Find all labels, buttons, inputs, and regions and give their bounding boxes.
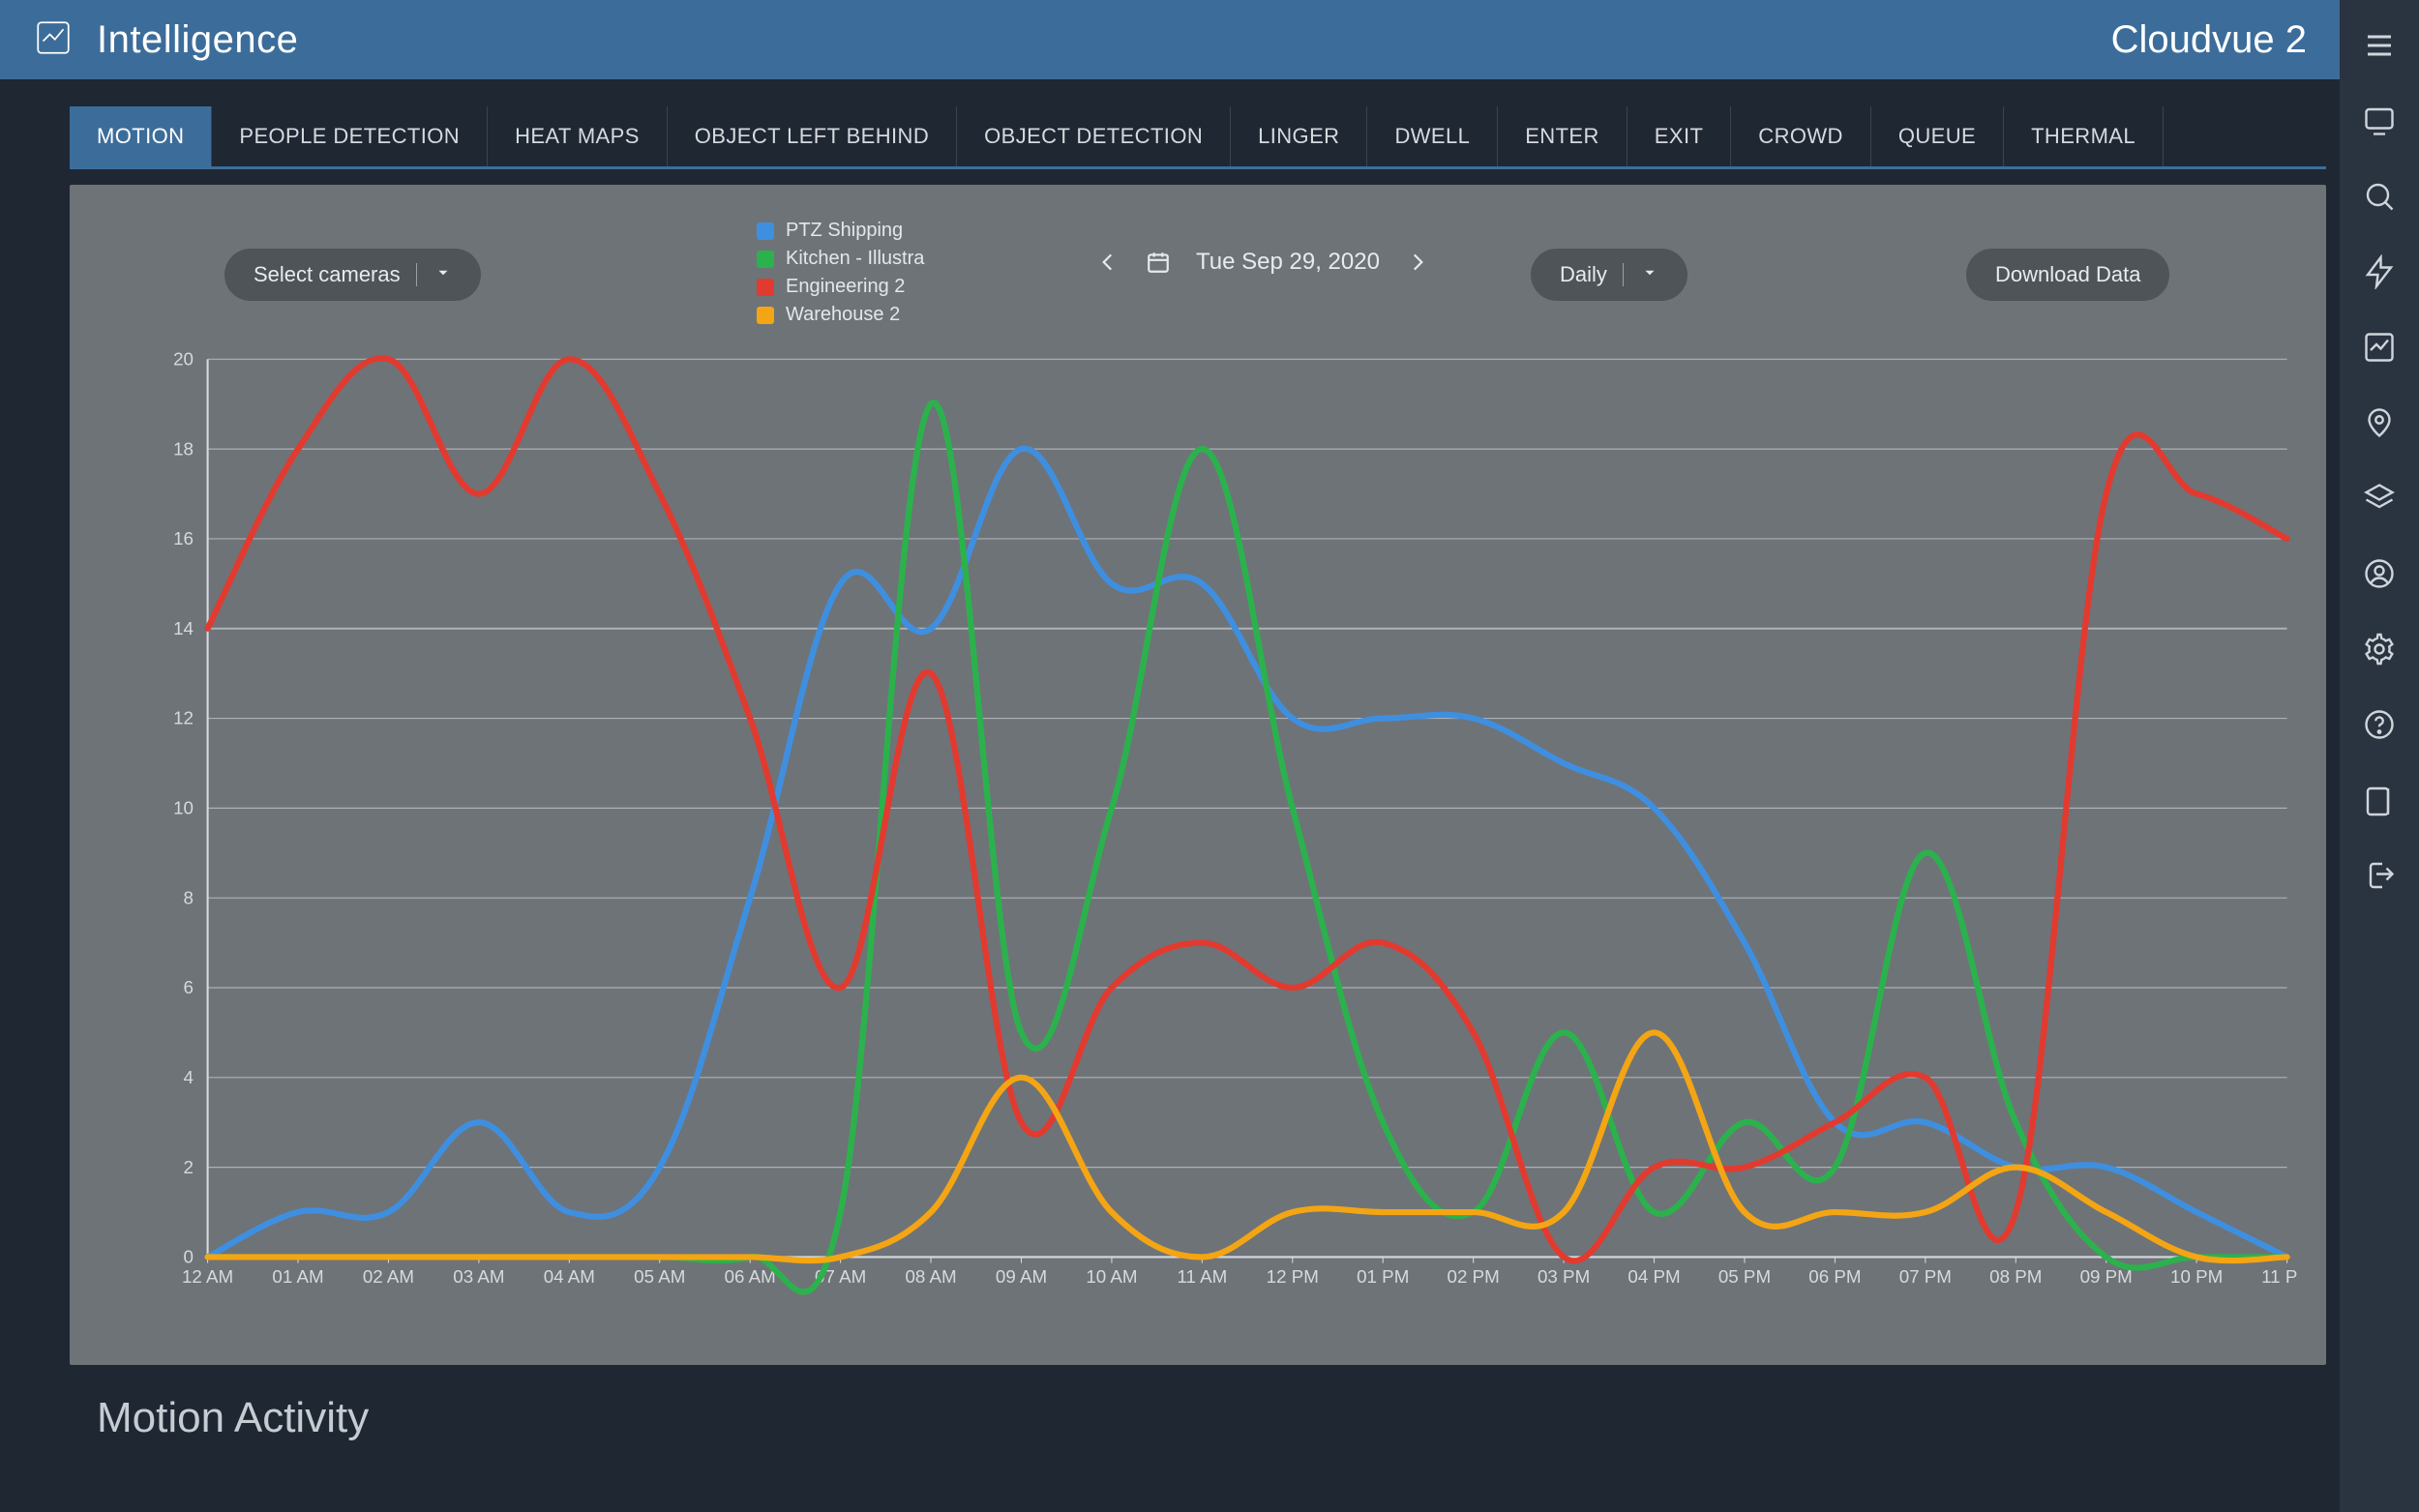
legend-item: Kitchen - Illustra	[757, 248, 924, 270]
tab-linger[interactable]: LINGER	[1231, 106, 1367, 166]
chart-icon[interactable]	[2340, 310, 2419, 385]
legend-item: Engineering 2	[757, 276, 924, 298]
svg-text:11 AM: 11 AM	[1177, 1266, 1227, 1287]
layers-icon[interactable]	[2340, 460, 2419, 536]
chevron-down-icon	[1641, 262, 1658, 287]
svg-text:05 PM: 05 PM	[1718, 1266, 1771, 1287]
svg-text:06 PM: 06 PM	[1808, 1266, 1861, 1287]
tab-heat-maps[interactable]: HEAT MAPS	[488, 106, 668, 166]
page-title: Intelligence	[97, 18, 298, 62]
current-date-label: Tue Sep 29, 2020	[1196, 249, 1380, 276]
svg-text:0: 0	[184, 1247, 194, 1267]
svg-text:04 PM: 04 PM	[1628, 1266, 1680, 1287]
svg-text:8: 8	[184, 887, 194, 907]
user-icon[interactable]	[2340, 536, 2419, 611]
svg-text:12: 12	[173, 708, 194, 728]
svg-text:20: 20	[173, 349, 194, 369]
svg-text:08 AM: 08 AM	[905, 1266, 956, 1287]
svg-text:01 AM: 01 AM	[272, 1266, 323, 1287]
svg-text:09 AM: 09 AM	[996, 1266, 1047, 1287]
chart-legend: PTZ Shipping Kitchen - Illustra Engineerin…	[757, 220, 924, 326]
svg-text:05 AM: 05 AM	[634, 1266, 685, 1287]
svg-text:18: 18	[173, 438, 194, 459]
svg-text:2: 2	[184, 1157, 194, 1177]
right-sidebar	[2340, 0, 2419, 1512]
tab-exit[interactable]: EXIT	[1628, 106, 1732, 166]
legend-item: PTZ Shipping	[757, 220, 924, 242]
download-data-button[interactable]: Download Data	[1966, 249, 2169, 301]
download-data-label: Download Data	[1995, 262, 2140, 287]
svg-text:4: 4	[184, 1067, 194, 1087]
help-icon[interactable]	[2340, 687, 2419, 762]
tab-dwell[interactable]: DWELL	[1367, 106, 1498, 166]
svg-text:16: 16	[173, 528, 194, 548]
prev-day-button[interactable]	[1095, 250, 1120, 275]
svg-text:02 AM: 02 AM	[363, 1266, 414, 1287]
tab-crowd[interactable]: CROWD	[1731, 106, 1871, 166]
legend-swatch	[757, 222, 774, 240]
chart-controls: Select cameras PTZ Shipping Kitchen - Ill…	[89, 220, 2307, 336]
svg-text:07 PM: 07 PM	[1899, 1266, 1952, 1287]
select-cameras-label: Select cameras	[254, 262, 401, 287]
legend-item: Warehouse 2	[757, 304, 924, 326]
top-bar: Intelligence Cloudvue 2	[0, 0, 2340, 79]
legend-label: Kitchen - Illustra	[786, 248, 924, 270]
next-day-button[interactable]	[1405, 250, 1430, 275]
bolt-icon[interactable]	[2340, 234, 2419, 310]
logout-icon[interactable]	[2340, 838, 2419, 913]
intelligence-icon	[33, 17, 74, 63]
legend-swatch	[757, 307, 774, 324]
tab-motion[interactable]: MOTION	[70, 106, 212, 166]
svg-text:06 AM: 06 AM	[725, 1266, 776, 1287]
chevron-down-icon	[434, 262, 452, 287]
svg-text:10 PM: 10 PM	[2170, 1266, 2223, 1287]
svg-text:02 PM: 02 PM	[1448, 1266, 1500, 1287]
monitor-icon[interactable]	[2340, 83, 2419, 159]
svg-text:03 AM: 03 AM	[453, 1266, 504, 1287]
search-icon[interactable]	[2340, 159, 2419, 234]
select-cameras-dropdown[interactable]: Select cameras	[224, 249, 481, 301]
section-title: Motion Activity	[97, 1394, 2326, 1442]
tab-object-left-behind[interactable]: OBJECT LEFT BEHIND	[668, 106, 957, 166]
interval-dropdown[interactable]: Daily	[1531, 249, 1687, 301]
svg-text:14: 14	[173, 618, 194, 638]
svg-text:03 PM: 03 PM	[1538, 1266, 1590, 1287]
tab-queue[interactable]: QUEUE	[1871, 106, 2004, 166]
svg-text:12 AM: 12 AM	[182, 1266, 233, 1287]
map-pin-icon[interactable]	[2340, 385, 2419, 460]
svg-text:6: 6	[184, 977, 194, 997]
gear-icon[interactable]	[2340, 611, 2419, 687]
legend-swatch	[757, 279, 774, 296]
svg-text:10: 10	[173, 798, 194, 818]
svg-text:10 AM: 10 AM	[1086, 1266, 1137, 1287]
tab-thermal[interactable]: THERMAL	[2004, 106, 2164, 166]
tab-enter[interactable]: ENTER	[1498, 106, 1628, 166]
menu-icon[interactable]	[2340, 8, 2419, 83]
chart-area: 0 2 4 6 8 10 12 14 16 18 20 12 AM 01 AM 02 AM 03 AM 04 …	[147, 349, 2297, 1307]
workspace: MOTIONPEOPLE DETECTIONHEAT MAPSOBJECT LE…	[0, 79, 2340, 1512]
svg-text:12 PM: 12 PM	[1267, 1266, 1319, 1287]
legend-label: Warehouse 2	[786, 304, 900, 326]
svg-text:01 PM: 01 PM	[1357, 1266, 1409, 1287]
tab-object-detection[interactable]: OBJECT DETECTION	[957, 106, 1231, 166]
svg-text:04 AM: 04 AM	[544, 1266, 595, 1287]
svg-text:08 PM: 08 PM	[1989, 1266, 2042, 1287]
ticket-icon[interactable]	[2340, 762, 2419, 838]
tab-people-detection[interactable]: PEOPLE DETECTION	[212, 106, 488, 166]
interval-label: Daily	[1560, 262, 1607, 287]
legend-label: Engineering 2	[786, 276, 905, 298]
tab-bar: MOTIONPEOPLE DETECTIONHEAT MAPSOBJECT LE…	[70, 106, 2326, 169]
date-navigator: Tue Sep 29, 2020	[1095, 249, 1430, 276]
legend-label: PTZ Shipping	[786, 220, 903, 242]
legend-swatch	[757, 251, 774, 268]
chart-panel: Select cameras PTZ Shipping Kitchen - Ill…	[70, 185, 2326, 1365]
svg-text:11 PM: 11 PM	[2261, 1266, 2297, 1287]
brand-label: Cloudvue 2	[2111, 18, 2307, 62]
calendar-icon[interactable]	[1146, 250, 1171, 275]
svg-text:09 PM: 09 PM	[2080, 1266, 2133, 1287]
